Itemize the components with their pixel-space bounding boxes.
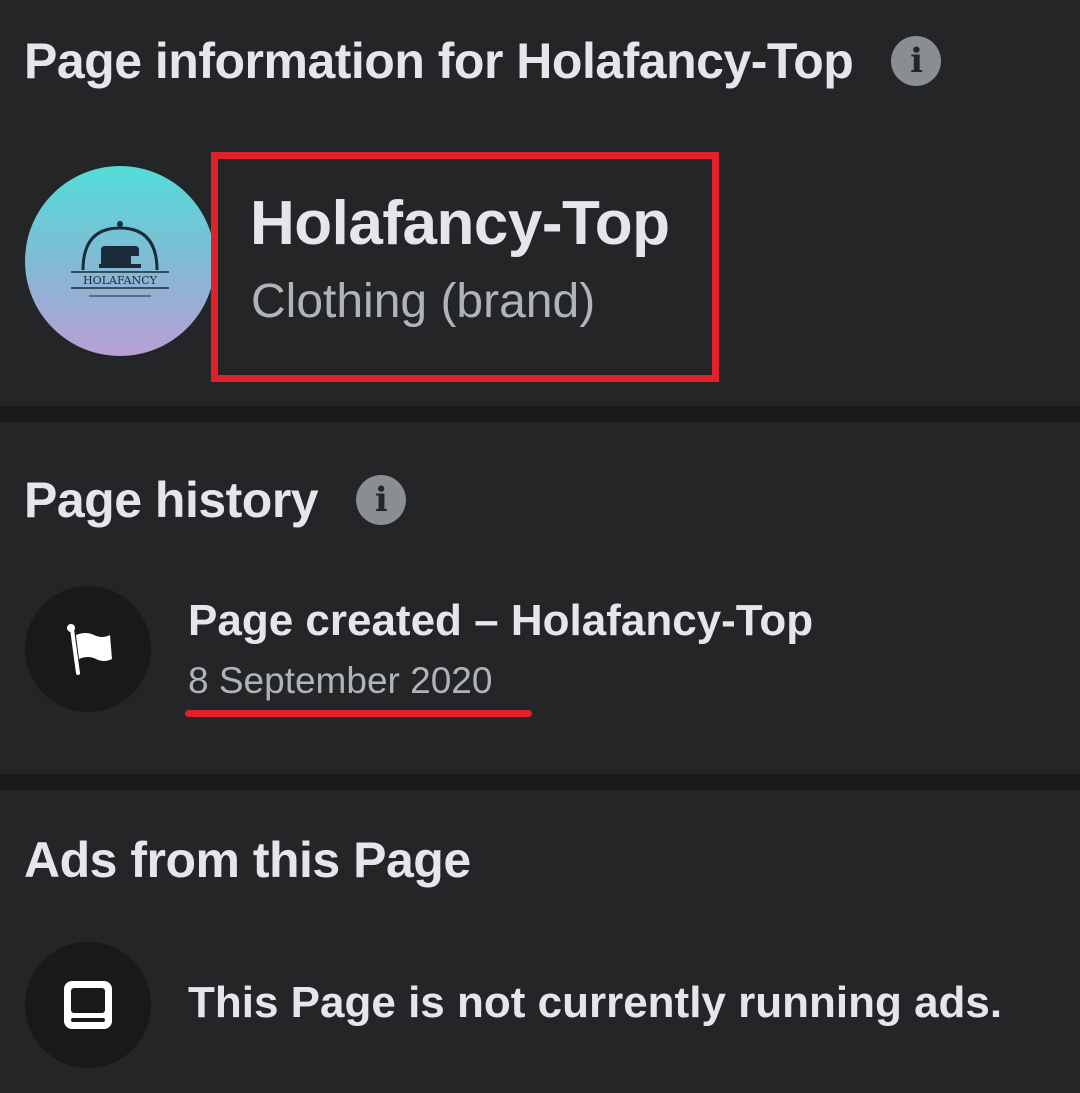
date-underline-annotation bbox=[185, 710, 532, 717]
page-name[interactable]: Holafancy-Top bbox=[250, 188, 670, 259]
info-icon[interactable]: i bbox=[356, 475, 407, 525]
page-information-heading-text: Page information for Holafancy-Top bbox=[24, 33, 854, 89]
monitor-icon bbox=[25, 942, 151, 1068]
info-icon[interactable]: i bbox=[891, 36, 942, 86]
page-history-heading-text: Page history bbox=[24, 472, 319, 528]
flag-icon bbox=[25, 586, 151, 712]
page-name-highlight-box bbox=[211, 152, 719, 382]
page-category: Clothing (brand) bbox=[251, 275, 596, 328]
ads-heading: Ads from this Page bbox=[24, 830, 471, 890]
sewing-machine-logo-icon: HOLAFANCY bbox=[71, 221, 169, 297]
avatar-brand-text: HOLAFANCY bbox=[83, 274, 158, 287]
ads-status-text: This Page is not currently running ads. bbox=[188, 978, 1003, 1027]
page-information-heading: Page information for Holafancy-Top i bbox=[24, 28, 942, 94]
page-history-heading: Page history i bbox=[24, 470, 407, 530]
history-event-label: Page created – Holafancy-Top bbox=[188, 596, 814, 645]
history-event-date: 8 September 2020 bbox=[188, 660, 493, 701]
avatar[interactable]: HOLAFANCY bbox=[25, 166, 215, 356]
ads-heading-text: Ads from this Page bbox=[24, 832, 471, 888]
